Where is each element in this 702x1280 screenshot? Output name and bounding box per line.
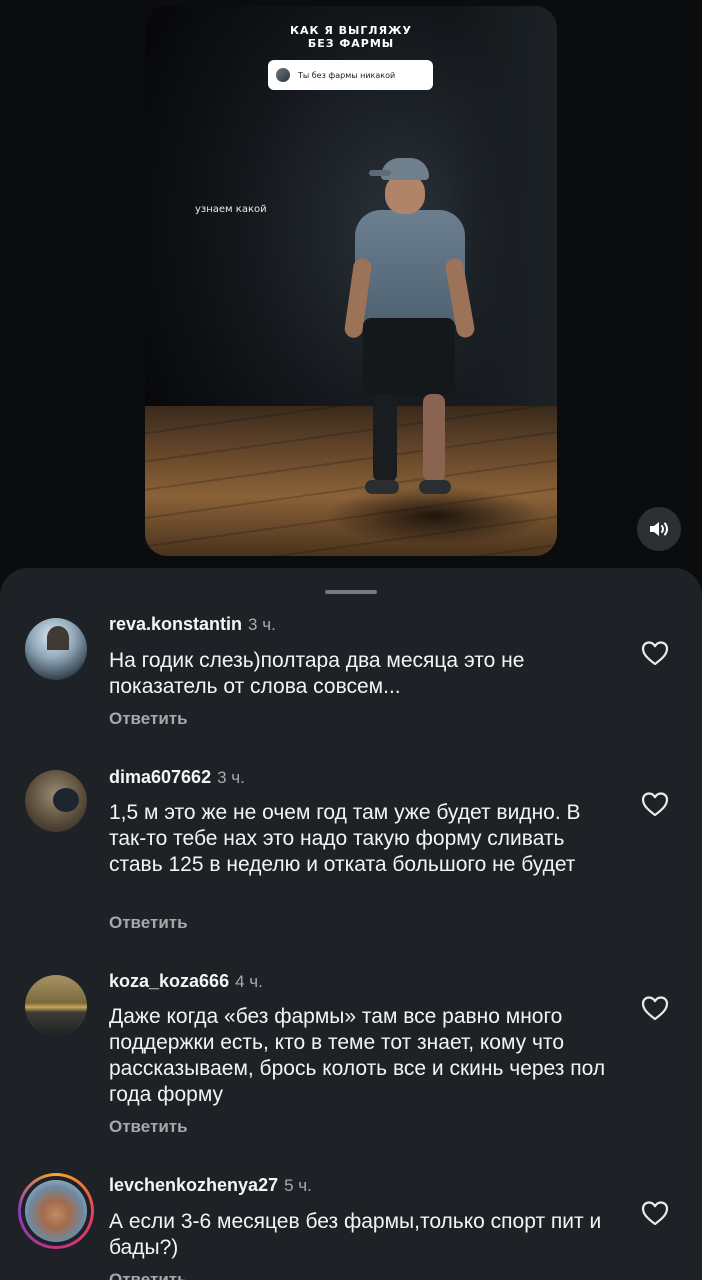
reply-button[interactable]: Ответить (109, 709, 188, 729)
avatar-story-ring[interactable] (18, 1173, 94, 1249)
speaker-icon (650, 522, 668, 536)
comment-header: levchenkozhenya27 5 ч. (109, 1175, 312, 1196)
avatar[interactable] (25, 618, 87, 680)
comment-time: 4 ч. (235, 972, 263, 991)
comment-time: 3 ч. (248, 615, 276, 634)
sound-toggle-button[interactable] (637, 507, 681, 551)
avatar[interactable] (25, 770, 87, 832)
comment-text: Даже когда «без фармы» там все равно мно… (109, 1005, 606, 1106)
heart-outline-icon[interactable] (640, 639, 670, 667)
reply-button[interactable]: Ответить (109, 1117, 188, 1137)
sticker-text: Ты без фармы никакой (298, 70, 396, 80)
comment-time: 3 ч. (217, 768, 245, 787)
video-title-line-1: КАК Я ВЫГЛЯЖУ (290, 24, 412, 37)
comment-header: koza_koza666 4 ч. (109, 971, 263, 992)
video-area: КАК Я ВЫГЛЯЖУ БЕЗ ФАРМЫ Ты без фармы ник… (0, 0, 702, 600)
comment-header: dima607662 3 ч. (109, 767, 245, 788)
comment-username[interactable]: dima607662 (109, 767, 211, 788)
sticker-avatar (276, 68, 290, 82)
video-player[interactable]: КАК Я ВЫГЛЯЖУ БЕЗ ФАРМЫ Ты без фармы ник… (145, 6, 557, 556)
sheet-drag-handle[interactable] (325, 590, 377, 594)
comment-text: 1,5 м это же не очем год там уже будет в… (109, 801, 581, 876)
video-title: КАК Я ВЫГЛЯЖУ БЕЗ ФАРМЫ (145, 24, 557, 50)
avatar (25, 1180, 87, 1242)
reply-button[interactable]: Ответить (109, 1270, 188, 1280)
avatar[interactable] (25, 975, 87, 1037)
comment-header: reva.konstantin 3 ч. (109, 614, 276, 635)
comment-text: А если 3-6 месяцев без фармы,только спор… (109, 1210, 602, 1259)
comment-username[interactable]: reva.konstantin (109, 614, 242, 635)
comments-sheet: reva.konstantin 3 ч. На годик слезь)полт… (0, 568, 702, 1280)
comment-time: 5 ч. (284, 1176, 312, 1195)
person-figure (343, 158, 476, 518)
reply-button[interactable]: Ответить (109, 913, 188, 933)
heart-outline-icon[interactable] (640, 994, 670, 1022)
heart-outline-icon[interactable] (640, 790, 670, 818)
heart-outline-icon[interactable] (640, 1199, 670, 1227)
comment-text: На годик слезь)полтара два месяца это не… (109, 649, 525, 698)
video-title-line-2: БЕЗ ФАРМЫ (307, 37, 395, 50)
video-caption-overlay: узнаем какой (195, 204, 267, 215)
comment-username[interactable]: levchenkozhenya27 (109, 1175, 278, 1196)
comment-username[interactable]: koza_koza666 (109, 971, 229, 992)
video-comment-sticker: Ты без фармы никакой (268, 60, 433, 90)
